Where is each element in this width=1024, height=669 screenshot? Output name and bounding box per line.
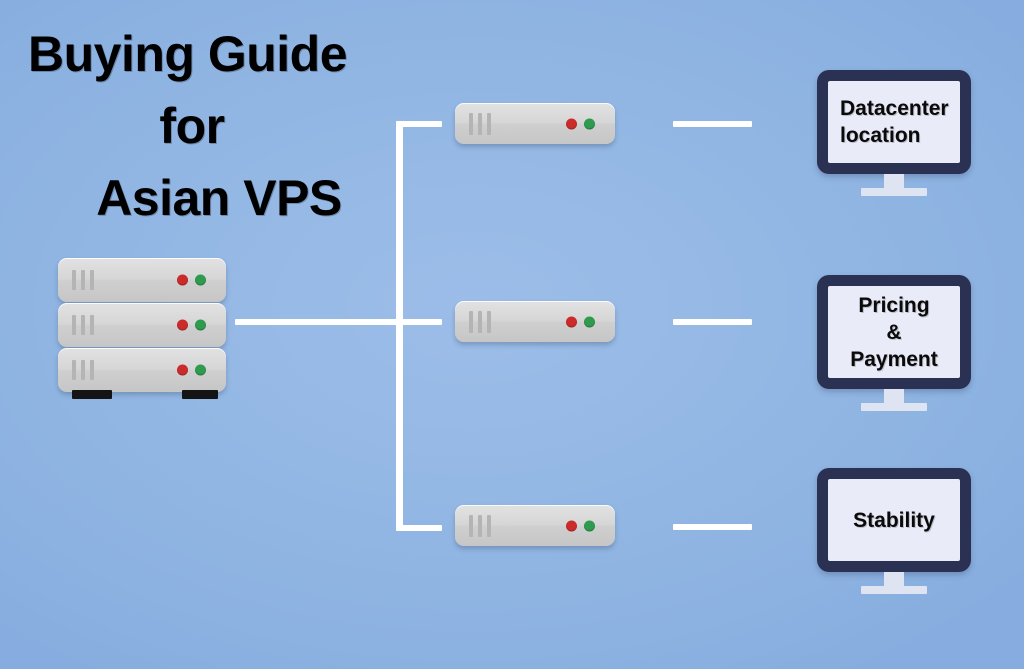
- monitor-1-line-2: location: [840, 124, 921, 147]
- monitor-datacenter-location: Datacenter location: [817, 70, 971, 196]
- server-stack-foot-left: [72, 390, 112, 399]
- branch-server-2: [455, 301, 615, 342]
- led-green-icon: [195, 364, 206, 376]
- monitor-pricing-payment: Pricing & Payment: [817, 275, 971, 411]
- connector-bracket-spine: [396, 121, 403, 531]
- branch-server-1: [455, 103, 615, 144]
- server-led-group: [177, 274, 206, 286]
- connector-bracket-arm-top: [396, 121, 442, 127]
- monitor-bezel: Pricing & Payment: [817, 275, 971, 389]
- server-vent-icon: [469, 112, 491, 135]
- monitor-bezel: Stability: [817, 468, 971, 572]
- server-led-group: [566, 520, 595, 531]
- connector-dash-3: [673, 524, 752, 530]
- server-stack-unit-2: [58, 303, 226, 347]
- server-stack-foot-right: [182, 390, 218, 399]
- connector-bracket-arm-bottom: [396, 525, 442, 531]
- led-green-icon: [195, 319, 206, 331]
- monitor-stand-neck: [884, 174, 904, 188]
- title-line-3: Asian VPS: [96, 170, 342, 226]
- server-led-group: [566, 316, 595, 327]
- title-line-2: for: [159, 98, 225, 154]
- led-green-icon: [584, 520, 595, 531]
- server-led-group: [566, 118, 595, 129]
- server-stack: [58, 258, 226, 400]
- connector-bracket-arm-middle: [396, 319, 442, 325]
- led-red-icon: [566, 520, 577, 531]
- server-vent-icon: [72, 270, 94, 290]
- monitor-2-line-1: Pricing: [858, 293, 930, 317]
- page-title: Buying Guide for Asian VPS: [24, 18, 424, 234]
- server-stack-unit-1: [58, 258, 226, 302]
- led-red-icon: [177, 274, 188, 286]
- monitor-stand-neck: [884, 572, 904, 586]
- server-led-group: [177, 364, 206, 376]
- monitor-stand-base: [861, 586, 927, 594]
- monitor-stand-base: [861, 188, 927, 196]
- server-vent-icon: [469, 310, 491, 333]
- led-green-icon: [584, 316, 595, 327]
- led-red-icon: [177, 364, 188, 376]
- led-red-icon: [566, 316, 577, 327]
- monitor-stand-base: [861, 403, 927, 411]
- infographic-canvas: Buying Guide for Asian VPS Datacenter lo…: [0, 0, 1024, 669]
- connector-trunk-line: [235, 319, 403, 325]
- monitor-screen: Stability: [828, 479, 960, 561]
- server-led-group: [177, 319, 206, 331]
- led-red-icon: [177, 319, 188, 331]
- branch-server-3: [455, 505, 615, 546]
- monitor-stability: Stability: [817, 468, 971, 594]
- server-stack-unit-3: [58, 348, 226, 392]
- monitor-3-line-1: Stability: [853, 508, 935, 532]
- monitor-2-line-2: &: [886, 320, 902, 344]
- monitor-stand-neck: [884, 389, 904, 403]
- monitor-bezel: Datacenter location: [817, 70, 971, 174]
- server-vent-icon: [469, 514, 491, 537]
- monitor-screen: Datacenter location: [828, 81, 960, 163]
- server-vent-icon: [72, 315, 94, 335]
- title-line-1: Buying Guide: [28, 26, 348, 82]
- monitor-2-line-3: Payment: [850, 347, 938, 371]
- connector-dash-1: [673, 121, 752, 127]
- connector-dash-2: [673, 319, 752, 325]
- led-green-icon: [584, 118, 595, 129]
- led-green-icon: [195, 274, 206, 286]
- led-red-icon: [566, 118, 577, 129]
- server-vent-icon: [72, 360, 94, 380]
- monitor-1-line-1: Datacenter: [840, 97, 949, 120]
- monitor-screen: Pricing & Payment: [828, 286, 960, 378]
